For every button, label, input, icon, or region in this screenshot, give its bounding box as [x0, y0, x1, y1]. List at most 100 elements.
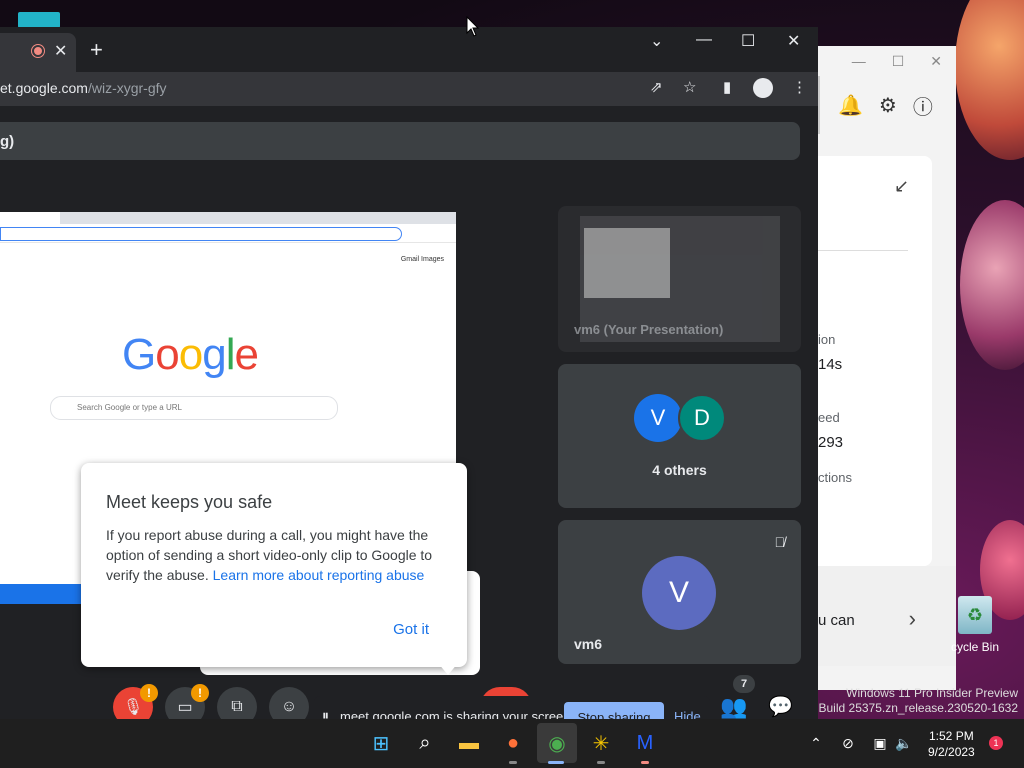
participant-avatar: V	[634, 394, 682, 442]
start-icon[interactable]: ⊞	[367, 729, 395, 757]
self-tile-label: vm6 (Your Presentation)	[574, 322, 724, 337]
banner-text: g)	[0, 133, 15, 150]
participant-avatar: V	[642, 556, 716, 630]
close-window-icon[interactable]: ✕	[787, 31, 800, 51]
close-icon[interactable]: ✕	[930, 53, 942, 70]
search-icon[interactable]: ⌕	[411, 729, 439, 757]
running-indicator	[509, 761, 517, 764]
tab-search-icon[interactable]: ⌄	[650, 31, 663, 51]
tab-strip: ✕ + ⌄ — ☐ ✕	[0, 27, 818, 72]
presented-links: Gmail Images	[400, 256, 444, 263]
desktop-icon[interactable]	[18, 12, 60, 28]
bg-text: ctions	[818, 470, 852, 485]
running-indicator	[641, 761, 649, 764]
running-indicator	[548, 761, 564, 764]
bg-window-toolbar: 🔔 ⚙ ⓘ	[818, 76, 956, 134]
got-it-button[interactable]: Got it	[393, 621, 429, 638]
maximize-icon[interactable]: ☐	[892, 53, 905, 70]
wallpaper-bloom	[960, 200, 1024, 370]
clock[interactable]: 1:52 PM 9/2/2023	[928, 728, 975, 760]
url-path: /wiz-xygr-gfy	[87, 80, 167, 96]
presented-addressbar	[0, 224, 456, 243]
presented-search-box: Search Google or type a URL	[50, 396, 338, 420]
chevron-up-icon[interactable]: ⌃	[802, 729, 830, 757]
chevron-right-icon[interactable]: ›	[909, 606, 916, 632]
bg-text: ion	[818, 332, 836, 347]
popup-pointer	[438, 663, 458, 675]
taskbar: ⊞ ⌕ ▬ ● ◉ ✳ M ⌃ ⊘ ▣ 🔈 1:52 PM 9/2/2023 1	[0, 719, 1024, 768]
firefox-icon[interactable]: ●	[499, 729, 527, 757]
url-text[interactable]: et.google.com/wiz-xygr-gfy	[0, 80, 167, 96]
minimize-icon[interactable]: —	[696, 31, 712, 49]
watermark-line: Windows 11 Pro Insider Preview	[846, 686, 1018, 700]
maximize-icon[interactable]: ☐	[741, 31, 755, 51]
meet-stage: g) Gmail Images Google Search Google or …	[0, 106, 818, 738]
os-watermark: Windows 11 Pro Insider Preview py. Build…	[800, 686, 1018, 716]
running-indicator	[597, 761, 605, 764]
background-window[interactable]: — ☐ ✕ 🔔 ⚙ ⓘ ↙ ion 14s eed 293 ctions u c…	[818, 46, 956, 690]
divider	[818, 250, 908, 251]
participant-name: vm6	[574, 636, 603, 652]
bell-icon[interactable]: 🔔	[838, 93, 863, 118]
safety-popup: Meet keeps you safe If you report abuse …	[81, 463, 467, 667]
self-presentation-tile[interactable]: vm6 (Your Presentation)	[558, 206, 801, 352]
collapse-icon[interactable]: ↙	[894, 176, 909, 197]
browser-window: ✕ + ⌄ — ☐ ✕ et.google.com/wiz-xygr-gfy ⇗…	[0, 27, 818, 738]
meeting-banner: g)	[0, 122, 800, 160]
mic-off-icon: 🎙̸	[774, 534, 786, 550]
file-explorer-icon[interactable]: ▬	[455, 729, 483, 757]
url-host: et.google.com	[0, 80, 88, 96]
malwarebytes-icon[interactable]: M	[631, 729, 659, 757]
bg-text: eed	[818, 410, 840, 425]
wallpaper-bloom	[955, 0, 1024, 160]
bg-window-row[interactable]: u can ›	[818, 566, 956, 666]
chrome-icon[interactable]: ◉	[543, 729, 571, 757]
notification-badge[interactable]: 1	[989, 736, 1003, 750]
chat-icon[interactable]: 💬	[768, 694, 793, 719]
bookmark-star-icon[interactable]: ☆	[683, 78, 696, 96]
close-tab-icon[interactable]: ✕	[54, 41, 67, 61]
emoji-icon: ☺	[280, 698, 298, 715]
google-logo: Google	[122, 330, 259, 379]
participant-tile-vm6[interactable]: 🎙̸ V vm6	[558, 520, 801, 664]
presented-blue-bar	[0, 584, 82, 604]
learn-more-link[interactable]: Learn more about reporting abuse	[213, 567, 425, 583]
people-icon[interactable]: 👥	[720, 694, 747, 720]
side-panel-icon[interactable]: ▮	[723, 78, 731, 96]
help-icon[interactable]: ⓘ	[913, 91, 933, 120]
recycle-bin-icon: ♻	[958, 596, 992, 634]
new-tab-button[interactable]: +	[90, 37, 103, 63]
captions-icon: ⧉	[231, 698, 243, 715]
mic-off-icon: 🎙	[122, 699, 144, 716]
gear-icon[interactable]: ⚙	[879, 93, 897, 118]
bg-row-label: u can	[818, 612, 855, 629]
bg-window-card: ↙ ion 14s eed 293 ctions	[818, 156, 932, 566]
popup-title: Meet keeps you safe	[106, 492, 273, 512]
recording-icon	[32, 45, 44, 57]
camera-alert-badge: !	[191, 684, 209, 702]
more-menu-icon[interactable]: ⋮	[792, 78, 807, 96]
app-loading-icon[interactable]: ✳	[587, 729, 615, 757]
watermark-line: py. Build 25375.zn_release.230520-1632	[800, 701, 1018, 715]
recycle-bin-shortcut[interactable]: ♻ cycle Bin	[950, 596, 1000, 654]
camera-icon: ▭	[177, 699, 193, 716]
clock-time: 1:52 PM	[929, 729, 974, 743]
bg-window-titlebar: — ☐ ✕	[818, 46, 956, 76]
address-bar[interactable]: et.google.com/wiz-xygr-gfy ⇗ ☆ ▮ ⋮	[0, 72, 818, 106]
recycle-bin-label: cycle Bin	[950, 640, 1000, 654]
tab-meet[interactable]: ✕	[0, 33, 76, 72]
others-tile[interactable]: V D 4 others	[558, 364, 801, 508]
profile-avatar-icon[interactable]	[753, 78, 773, 98]
share-icon[interactable]: ⇗	[650, 78, 663, 96]
popup-body: If you report abuse during a call, you m…	[106, 525, 446, 585]
bg-value: 14s	[818, 356, 843, 373]
clock-date: 9/2/2023	[928, 745, 975, 759]
participant-avatar: D	[678, 394, 726, 442]
presented-tabbar	[0, 212, 456, 224]
participant-count-badge: 7	[733, 675, 755, 693]
volume-icon[interactable]: 🔈	[890, 729, 918, 757]
search-placeholder: Search Google or type a URL	[77, 403, 182, 412]
mic-alert-badge: !	[140, 684, 158, 702]
network-off-icon[interactable]: ⊘	[834, 729, 862, 757]
minimize-icon[interactable]: —	[852, 53, 866, 69]
